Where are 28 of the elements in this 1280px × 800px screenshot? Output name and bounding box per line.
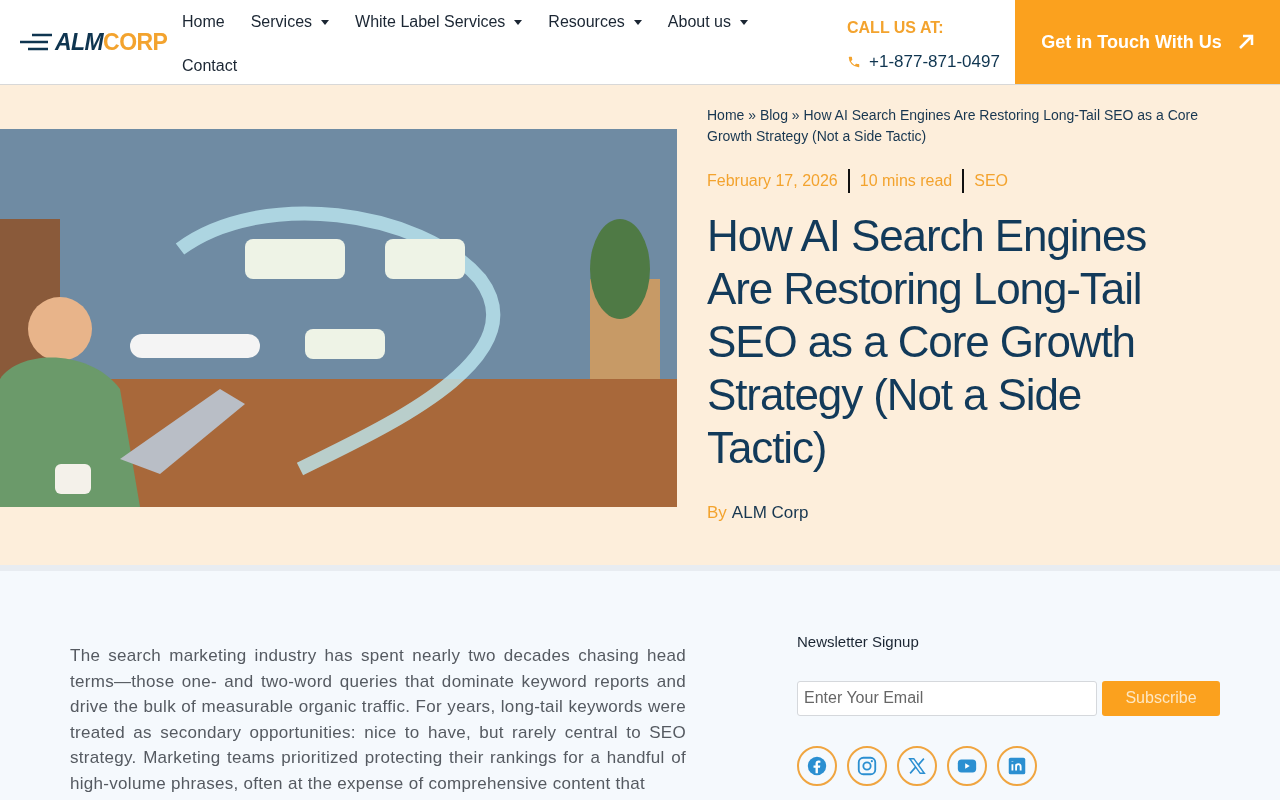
call-label: CALL US AT: (847, 18, 945, 38)
post-meta: February 17, 2026 (707, 171, 838, 191)
author-link[interactable]: ALM Corp (731, 500, 809, 526)
post-meta: 10 mins read (859, 171, 953, 191)
nav-link[interactable]: Services (250, 10, 330, 34)
nav-link[interactable]: About us (667, 10, 748, 34)
youtube-link[interactable] (947, 745, 987, 786)
article-title: How AI Search Engines Are Restoring Long-Tail SEO as a Core Growth Strategy (Not a Side Tactic) (707, 210, 1148, 474)
linkedin-link[interactable] (997, 745, 1037, 786)
article-paragraph: The search marketing industry has spent nearly two decades chasing head terms—those one- and two-word queries that dominate keyword reports and drive the bulk of measurable organic traffic. For years, long-tail keywords were treated as secondary opportunities: nice to have, but rarely central to SEO strategy. Marketing teams prioritized protecting their rankings for a handful of high-volume phrases, often at the expense of comprehensive content that (70, 645, 686, 795)
sidebar-heading: Newsletter Signup (797, 632, 920, 652)
nav-link[interactable]: White Label Services (355, 10, 523, 34)
arrow-icon (1237, 34, 1254, 50)
facebook-icon (806, 754, 828, 777)
instagram-icon (856, 754, 878, 777)
email-field[interactable]: Enter Your Email (797, 680, 1097, 716)
x-link[interactable] (897, 745, 937, 786)
byline-label: By (707, 502, 727, 524)
instagram-link[interactable] (847, 745, 887, 786)
lines-icon (20, 32, 52, 52)
nav-link[interactable]: Contact (182, 54, 238, 78)
nav-link[interactable]: Resources (548, 10, 642, 34)
phone-icon (847, 54, 861, 69)
nav-link[interactable]: Home (182, 10, 225, 34)
facebook-link[interactable] (797, 745, 837, 786)
logo[interactable]: ALMCORP (55, 24, 168, 60)
breadcrumb[interactable]: Home » Blog » How AI Search Engines Are Restoring Long-Tail SEO as a Core Growth Strategy (Not a Side Tactic) (707, 105, 1227, 147)
phone-link[interactable]: +1-877-871-0497 (869, 49, 1000, 75)
